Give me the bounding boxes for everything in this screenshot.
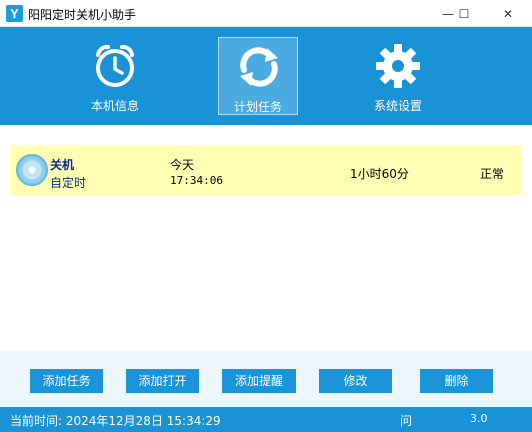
- task-time: 17:34:06: [170, 174, 223, 187]
- gear-icon: [376, 44, 420, 88]
- current-time-label: 当前时间: 2024年12月28日 15:34:29: [10, 414, 221, 428]
- task-day: 今天: [170, 158, 195, 172]
- add-task-button[interactable]: 添加任务: [30, 369, 103, 393]
- close-button[interactable]: ✕: [490, 0, 526, 27]
- app-logo-icon: Y: [6, 5, 23, 22]
- help-link[interactable]: 问: [400, 412, 412, 429]
- maximize-button[interactable]: ☐: [446, 0, 482, 27]
- tab-machine-info[interactable]: 本机信息: [75, 37, 155, 115]
- version-label: 3.0: [470, 412, 488, 425]
- action-button-bar: 添加任务 添加打开 添加提醒 修改 删除: [0, 351, 532, 407]
- main-toolbar: 本机信息 计划任务 系统设置: [0, 27, 532, 125]
- window-title: 阳阳定时关机小助手: [28, 8, 137, 22]
- refresh-arrows-icon: [240, 47, 278, 87]
- disc-icon: [16, 154, 48, 186]
- task-action: 关机: [50, 158, 75, 172]
- task-interval: 1小时60分: [350, 167, 409, 181]
- alarm-clock-icon: [96, 44, 134, 87]
- edit-button[interactable]: 修改: [319, 369, 392, 393]
- tab-scheduled-tasks-label: 计划任务: [233, 100, 282, 114]
- task-type: 自定时: [50, 176, 87, 190]
- tab-system-settings-label: 系统设置: [373, 99, 422, 113]
- title-bar: Y 阳阳定时关机小助手 — ☐ ✕: [0, 0, 532, 27]
- task-status: 正常: [480, 167, 505, 181]
- delete-button[interactable]: 删除: [420, 369, 493, 393]
- tab-scheduled-tasks[interactable]: 计划任务: [218, 37, 298, 115]
- add-open-button[interactable]: 添加打开: [126, 369, 199, 393]
- task-list: 关机 自定时 今天 17:34:06 1小时60分 正常: [0, 125, 532, 351]
- add-reminder-button[interactable]: 添加提醒: [222, 369, 296, 393]
- task-row[interactable]: 关机 自定时 今天 17:34:06 1小时60分 正常: [10, 145, 522, 195]
- tab-system-settings[interactable]: 系统设置: [358, 37, 438, 115]
- status-bar: 当前时间: 2024年12月28日 15:34:29 问 3.0: [0, 407, 532, 432]
- tab-machine-info-label: 本机信息: [90, 99, 139, 113]
